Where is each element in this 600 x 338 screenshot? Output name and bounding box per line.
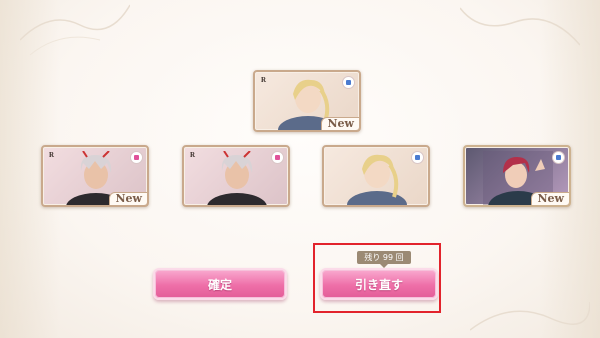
blue-attribute-icon (552, 151, 565, 164)
confirm-button[interactable]: 確定 (153, 268, 287, 300)
top-right-swirl-decoration (460, 7, 580, 46)
new-label: New (321, 117, 359, 130)
blue-attribute-icon (411, 151, 424, 164)
pink-attribute-icon (271, 151, 284, 164)
rarity-label: R (49, 151, 55, 159)
gacha-card-2[interactable]: R New (41, 145, 149, 207)
highlight-box (313, 243, 441, 313)
gacha-card-4[interactable] (322, 145, 430, 207)
bottom-right-swirl-decoration (470, 301, 590, 331)
gacha-card-1[interactable]: R New (253, 70, 361, 132)
gacha-card-5[interactable]: New (463, 145, 571, 207)
top-left-swirl-decoration (20, 4, 130, 56)
rarity-label: R (261, 76, 267, 84)
rarity-label: R (190, 151, 196, 159)
pink-attribute-icon (130, 151, 143, 164)
new-label: New (531, 192, 569, 205)
gacha-card-3[interactable]: R (182, 145, 290, 207)
character-portrait-silver-hair (207, 151, 267, 205)
blue-attribute-icon (342, 76, 355, 89)
character-portrait-blonde (347, 154, 407, 205)
new-label: New (109, 192, 147, 205)
